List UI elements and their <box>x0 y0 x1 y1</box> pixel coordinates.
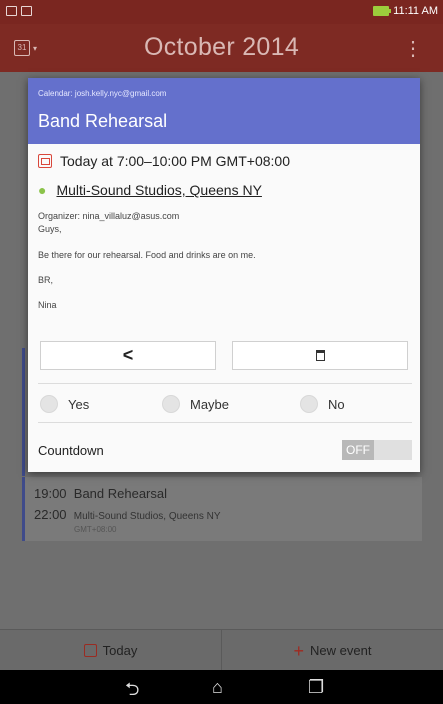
radio-maybe[interactable] <box>162 395 180 413</box>
divider <box>38 422 412 423</box>
today-button[interactable]: Today <box>0 630 221 671</box>
battery-icon <box>373 6 392 16</box>
rsvp-yes-label: Yes <box>68 396 90 412</box>
today-icon <box>83 644 97 657</box>
back-icon[interactable]: ⮌ <box>125 677 139 704</box>
event-stripe <box>22 348 25 476</box>
background-event-row-2: 22:00 Multi-Sound Studios, Queens NY <box>34 507 221 522</box>
rsvp-no-label: No <box>328 396 345 412</box>
delete-button[interactable] <box>232 341 408 370</box>
status-time: 11:11 AM <box>393 5 438 17</box>
event-organizer: Organizer: nina_villaluz@asus.com <box>38 211 180 221</box>
radio-yes[interactable] <box>40 395 58 413</box>
event-start-time: 19:00 <box>34 486 67 501</box>
description-line: Guys, <box>38 224 62 234</box>
page-title: October 2014 <box>143 33 300 61</box>
location-pin-icon: ● <box>38 182 47 198</box>
bottom-bar: Today + New event <box>0 629 443 671</box>
countdown-label: Countdown <box>38 443 104 458</box>
date-icon <box>38 154 52 168</box>
event-location: Multi-Sound Studios, Queens NY <box>73 511 221 522</box>
description-line: Nina <box>38 300 57 310</box>
event-timezone: GMT+08:00 <box>74 525 117 534</box>
event-title: Band Rehearsal <box>73 486 168 501</box>
new-event-button[interactable]: + New event <box>222 630 443 671</box>
navigation-bar: ⮌ ⌂ ❐ <box>0 670 443 704</box>
today-label: Today <box>102 643 138 658</box>
radio-no[interactable] <box>300 395 318 413</box>
event-end-time: 22:00 <box>34 507 67 522</box>
event-time: Today at 7:00–10:00 PM GMT+08:00 <box>60 153 290 169</box>
home-icon[interactable]: ⌂ <box>212 677 223 698</box>
event-location-link[interactable]: Multi-Sound Studios, Queens NY <box>56 182 261 198</box>
new-event-label: New event <box>310 643 372 658</box>
event-details-dialog: Calendar: josh.kelly.nyc@gmail.com Band … <box>28 78 420 472</box>
recents-icon[interactable]: ❐ <box>308 677 324 698</box>
countdown-toggle[interactable]: OFF <box>342 440 412 460</box>
background-event-row-1: 19:00 Band Rehearsal <box>34 486 167 501</box>
status-bar: 11:11 AM <box>0 0 443 24</box>
share-icon: < <box>122 345 134 365</box>
app-bar: 31 ▾ October 2014 ⋮ <box>0 24 443 72</box>
description-line: Be there for our rehearsal. Food and dri… <box>38 250 256 260</box>
event-location-row[interactable]: ● Multi-Sound Studios, Queens NY <box>38 182 262 198</box>
event-title: Band Rehearsal <box>38 111 168 131</box>
event-time-row: Today at 7:00–10:00 PM GMT+08:00 <box>38 153 290 169</box>
plus-icon: + <box>293 640 305 661</box>
more-icon[interactable]: ⋮ <box>403 36 423 61</box>
rsvp-maybe[interactable]: Maybe <box>162 395 229 413</box>
rsvp-yes[interactable]: Yes <box>40 395 89 413</box>
countdown-toggle-state: OFF <box>342 440 374 460</box>
mail-icon <box>21 6 32 16</box>
calendar-label: Calendar: josh.kelly.nyc@gmail.com <box>38 89 167 98</box>
dialog-header: Calendar: josh.kelly.nyc@gmail.com Band … <box>28 78 420 144</box>
rsvp-no[interactable]: No <box>300 395 345 413</box>
trash-icon <box>315 350 325 361</box>
description-line: BR, <box>38 275 54 285</box>
divider <box>38 383 412 384</box>
share-button[interactable]: < <box>40 341 216 370</box>
rsvp-maybe-label: Maybe <box>190 396 230 412</box>
notification-icon <box>6 6 17 16</box>
